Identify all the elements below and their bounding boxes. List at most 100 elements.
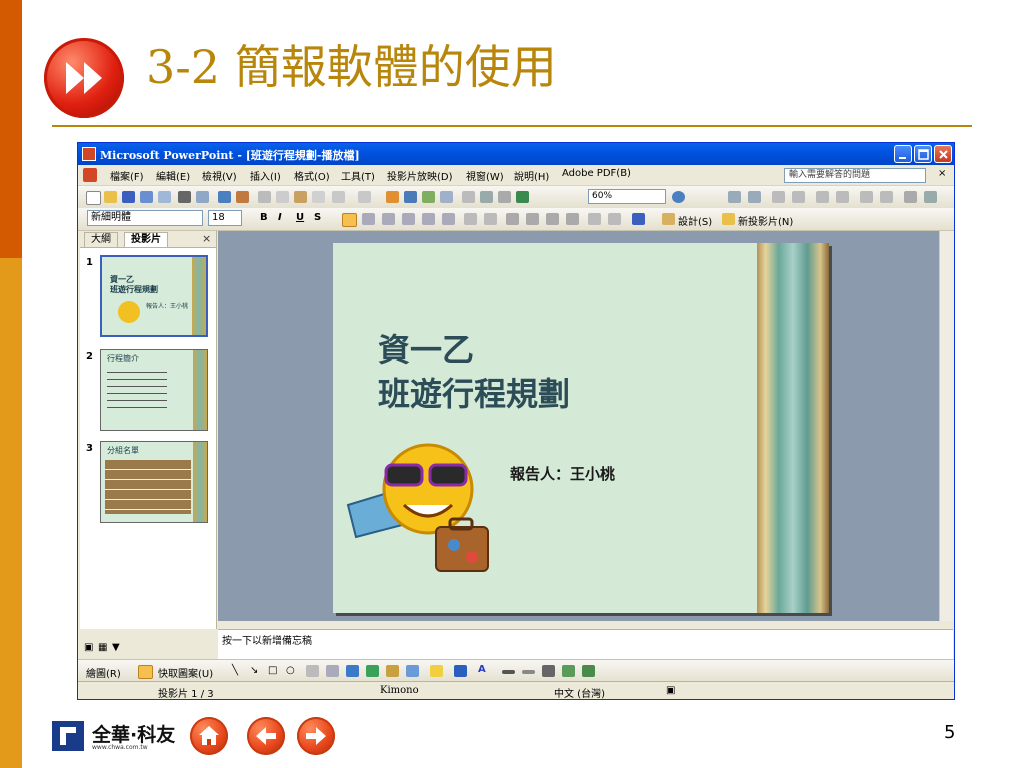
slide-main-title[interactable]: 資一乙 班遊行程規劃 [378,328,570,416]
underline-button[interactable]: U [296,212,304,223]
oval-tool-icon[interactable]: ○ [286,665,295,676]
new-slide-button[interactable]: 新投影片(N) [738,213,793,228]
hyperlink-icon[interactable] [440,191,453,203]
slideshow-view-icon[interactable]: ▼ [112,642,120,653]
open-icon[interactable] [104,191,117,203]
next-slide-button[interactable] [297,717,335,755]
slide-reporter[interactable]: 報告人：王小桃 [510,463,615,484]
insert-chart-icon[interactable] [386,191,399,203]
close-document-icon[interactable]: × [938,168,946,179]
show-grid-icon[interactable] [498,191,511,203]
tables-borders-icon[interactable] [422,191,435,203]
maximize-button[interactable] [914,145,932,163]
undo-icon[interactable] [332,191,345,203]
vertical-textbox-icon[interactable] [326,665,339,677]
menu-format[interactable]: 格式(O) [294,168,330,183]
new-slide-icon[interactable] [722,213,735,225]
columns-icon[interactable] [442,213,455,225]
justify-icon[interactable] [402,213,415,225]
italic-button[interactable]: I [278,212,282,223]
textbox-icon[interactable] [306,665,319,677]
autoshapes-button[interactable]: 快取圖案(U) [158,665,213,680]
slide-thumbnail-3[interactable]: 分組名單 [100,441,208,523]
move-down-icon[interactable] [792,191,805,203]
menu-tools[interactable]: 工具(T) [341,168,375,183]
zoom-select[interactable]: 60% [588,189,666,204]
paste-icon[interactable] [294,191,307,203]
spelling-status-icon[interactable]: ▣ [666,685,675,696]
previous-slide-button[interactable] [247,717,285,755]
help-search-input[interactable]: 輸入需要解答的問題 [784,168,926,183]
wordart-icon[interactable] [346,665,359,677]
distribute-icon[interactable] [422,213,435,225]
font-color-draw-icon[interactable]: A [478,664,486,675]
close-button[interactable] [934,145,952,163]
menu-adobe-pdf[interactable]: Adobe PDF(B) [562,168,631,179]
home-button[interactable] [190,717,228,755]
expand-icon[interactable] [836,191,849,203]
increase-indent-icon[interactable] [608,213,621,225]
arrow-tool-icon[interactable]: ↘ [250,665,258,676]
research-icon[interactable] [236,191,249,203]
select-pointer-icon[interactable] [138,665,153,679]
numbering-icon[interactable] [464,213,477,225]
menu-file[interactable]: 檔案(F) [110,168,144,183]
line-color-icon[interactable] [454,665,467,677]
superscript-icon[interactable] [566,213,579,225]
line-style-icon[interactable] [502,670,515,674]
help-icon[interactable] [672,191,685,203]
align-center-icon[interactable] [362,213,375,225]
panel-close-icon[interactable]: × [202,232,211,245]
fill-color-icon[interactable] [430,665,443,677]
menu-insert[interactable]: 插入(I) [250,168,281,183]
next-icon[interactable] [748,191,761,203]
tab-slides[interactable]: 投影片 [124,232,168,247]
slide-sorter-icon[interactable]: ▦ [98,642,107,653]
menu-help[interactable]: 說明(H) [514,168,549,183]
bullets-icon[interactable] [484,213,497,225]
minimize-button[interactable] [894,145,912,163]
line-tool-icon[interactable]: ╲ [232,665,238,676]
show-formatting-icon[interactable] [480,191,493,203]
draw-menu-button[interactable]: 繪圖(R) [86,665,121,680]
traveler-sun-clipart[interactable] [346,435,506,595]
shadow-button[interactable]: S [314,212,321,223]
diagram-icon[interactable] [366,665,379,677]
align-right-icon[interactable] [382,213,395,225]
tab-outline[interactable]: 大綱 [84,232,118,247]
menu-window[interactable]: 視窗(W) [466,168,504,183]
normal-view-icon[interactable]: ▣ [84,642,93,653]
decrease-indent-icon[interactable] [588,213,601,225]
format-painter-icon[interactable] [312,191,325,203]
bold-button[interactable]: B [260,212,268,223]
clipart-icon[interactable] [386,665,399,677]
rectangle-tool-icon[interactable]: □ [268,665,277,676]
menu-slideshow[interactable]: 投影片放映(D) [387,168,453,183]
vertical-scrollbar[interactable] [939,231,954,621]
align-left-icon[interactable] [342,213,357,227]
previous-icon[interactable] [728,191,741,203]
increase-font-icon[interactable] [506,213,519,225]
slide-thumbnail-2[interactable]: 行程簡介 [100,349,208,431]
demote-icon[interactable] [860,191,873,203]
dash-style-icon[interactable] [522,670,535,674]
save-icon[interactable] [122,191,135,203]
powerpoint-icon[interactable] [82,147,96,161]
menu-view[interactable]: 檢視(V) [202,168,237,183]
cut-icon[interactable] [258,191,271,203]
slide-thumbnail-1[interactable]: 資一乙 班遊行程規劃 報告人：王小桃 [100,255,208,337]
show-formatting-icon-2[interactable] [924,191,937,203]
copy-icon[interactable] [276,191,289,203]
font-name-select[interactable]: 新細明體 [87,210,203,226]
color-grayscale-icon[interactable] [516,191,529,203]
collapse-icon[interactable] [816,191,829,203]
document-icon[interactable] [83,168,97,182]
picture-icon[interactable] [406,665,419,677]
new-icon[interactable] [86,191,101,205]
print-icon[interactable] [178,191,191,203]
design-button[interactable]: 設計(S) [678,213,712,228]
menu-edit[interactable]: 編輯(E) [156,168,190,183]
spelling-icon[interactable] [218,191,231,203]
design-icon[interactable] [662,213,675,225]
permission-icon[interactable] [140,191,153,203]
